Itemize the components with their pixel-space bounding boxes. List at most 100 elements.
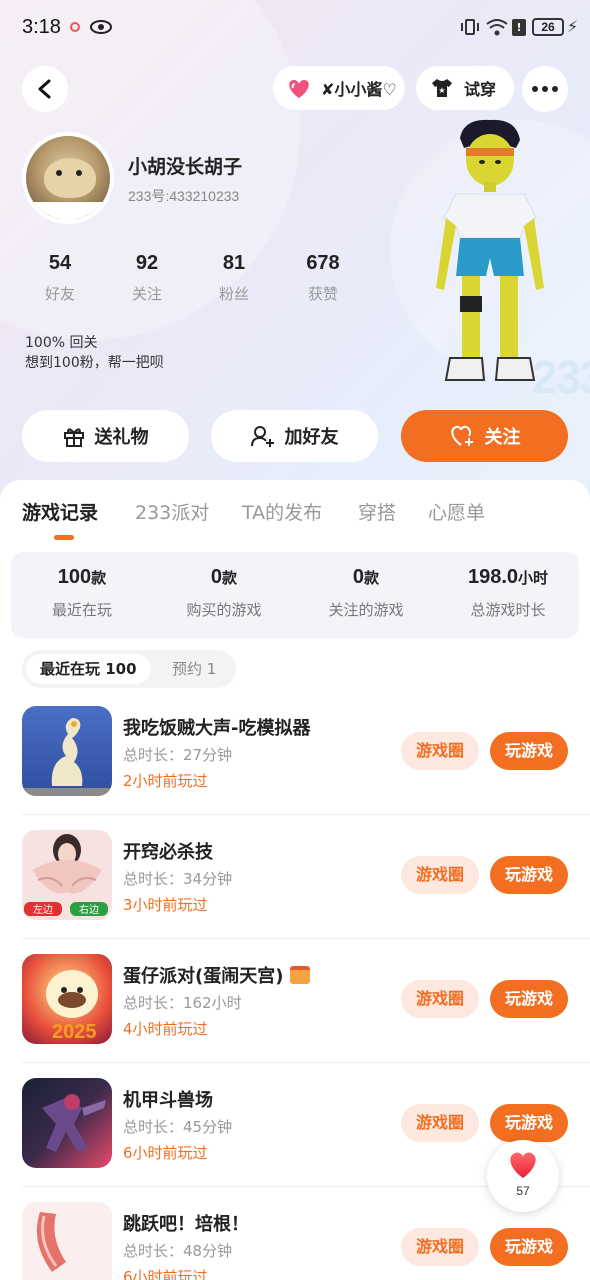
eye-icon — [90, 20, 112, 34]
charging-icon: ⚡ — [567, 17, 579, 36]
stat-value: 678 — [306, 252, 340, 274]
game-circle-button[interactable]: 游戏圈 — [401, 1104, 479, 1142]
stat-value: 54 — [48, 252, 72, 274]
summary-recent[interactable]: 100款 最近在玩 — [11, 566, 153, 620]
try-on-label: 试穿 — [464, 80, 497, 99]
stat-label: 好友 — [44, 285, 75, 303]
avatar[interactable] — [22, 132, 114, 224]
game-duration: 总时长：48分钟 — [123, 1242, 233, 1260]
vibrate-icon — [461, 19, 479, 35]
game-thumbnail[interactable] — [22, 706, 112, 796]
play-game-button[interactable]: 玩游戏 — [490, 980, 568, 1018]
chevron-left-icon — [38, 79, 51, 99]
heart-plus-icon — [450, 425, 473, 446]
game-last-played: 2小时前玩过 — [123, 772, 208, 790]
play-game-button[interactable]: 玩游戏 — [490, 1228, 568, 1266]
gift-box-icon — [289, 966, 310, 984]
game-thumbnail[interactable] — [22, 1202, 112, 1280]
stat-label: 粉丝 — [218, 285, 249, 303]
summary-label: 最近在玩 — [51, 601, 112, 619]
summary-unit: 小时 — [518, 570, 549, 587]
game-title: 蛋仔派对(蛋闹天宫) — [123, 962, 310, 988]
gift-icon — [63, 428, 84, 447]
back-button[interactable] — [22, 66, 68, 112]
subtab-recent[interactable]: 最近在玩 100 — [26, 654, 151, 684]
summary-label: 总游戏时长 — [470, 601, 546, 619]
stat-label: 获赞 — [307, 285, 338, 303]
bio-line: 100% 回关 — [25, 335, 98, 351]
game-thumbnail[interactable]: 2025 — [22, 954, 112, 1044]
game-duration: 总时长：34分钟 — [123, 870, 233, 888]
profile-tabs: 游戏记录 233派对 TA的发布 穿搭 心愿单 — [0, 498, 590, 538]
list-item[interactable]: 左边 右边 开窍必杀技 总时长：34分钟 3小时前玩过 游戏圈 玩游戏 — [0, 830, 590, 954]
couple-name: ✘小小酱♡ — [321, 80, 397, 99]
thumb-label-right: 右边 — [79, 903, 99, 916]
tab-indicator — [54, 535, 74, 540]
stat-fans[interactable]: 81 粉丝 — [194, 252, 274, 304]
profile-uid: 233号:433210233 — [128, 188, 240, 204]
avatar-3d-figure[interactable] — [420, 118, 560, 408]
summary-label: 购买的游戏 — [186, 601, 262, 619]
list-item[interactable]: 2025 蛋仔派对(蛋闹天宫) 总时长：162小时 4小时前玩过 游戏圈 玩游戏 — [0, 954, 590, 1078]
wifi-icon — [486, 19, 508, 36]
recent-subtabs: 最近在玩 100 预约 1 — [22, 650, 236, 688]
tab-wishlist[interactable]: 心愿单 — [428, 498, 485, 525]
stat-label: 关注 — [131, 285, 162, 303]
game-circle-button[interactable]: 游戏圈 — [401, 1228, 479, 1266]
thumb-year: 2025 — [52, 1021, 97, 1043]
sim-alert-icon: ! — [512, 19, 526, 36]
tab-233-party[interactable]: 233派对 — [135, 498, 209, 525]
add-user-icon — [250, 426, 274, 447]
game-title: 开窍必杀技 — [123, 842, 213, 863]
status-time: 3:18 — [22, 16, 61, 38]
battery-icon: 26 — [532, 18, 564, 36]
add-friend-button[interactable]: 加好友 — [211, 410, 378, 462]
game-circle-button[interactable]: 游戏圈 — [401, 732, 479, 770]
summary-playtime: 198.0小时 总游戏时长 — [437, 566, 579, 620]
summary-value: 198.0 — [467, 566, 519, 588]
summary-value: 100 — [57, 566, 92, 588]
subtab-reserve[interactable]: 预约 1 — [158, 654, 230, 684]
stat-value: 92 — [135, 252, 159, 274]
send-gift-label: 送礼物 — [94, 427, 149, 448]
tab-game-records[interactable]: 游戏记录 — [22, 498, 98, 525]
summary-label: 关注的游戏 — [328, 601, 404, 619]
list-item[interactable]: 我吃饭贼大声-吃模拟器 总时长：27分钟 2小时前玩过 游戏圈 玩游戏 — [0, 706, 590, 830]
play-game-button[interactable]: 玩游戏 — [490, 856, 568, 894]
thumb-label-left: 左边 — [33, 903, 53, 916]
tab-posts[interactable]: TA的发布 — [242, 498, 322, 525]
play-game-button[interactable]: 玩游戏 — [490, 732, 568, 770]
tab-outfits[interactable]: 穿搭 — [358, 498, 396, 525]
game-duration: 总时长：27分钟 — [123, 746, 233, 764]
heart-icon — [510, 1152, 536, 1178]
send-gift-button[interactable]: 送礼物 — [22, 410, 189, 462]
game-last-played: 6小时前玩过 — [123, 1144, 208, 1162]
game-thumbnail[interactable] — [22, 1078, 112, 1168]
summary-value: 0 — [352, 566, 365, 588]
game-last-played: 4小时前玩过 — [123, 1020, 208, 1038]
summary-unit: 款 — [222, 570, 238, 587]
game-summary: 100款 最近在玩 0款 购买的游戏 0款 关注的游戏 198.0小时 总游戏时… — [11, 552, 579, 638]
stat-friends[interactable]: 54 好友 — [20, 252, 100, 304]
game-title: 我吃饭贼大声-吃模拟器 — [123, 718, 311, 739]
list-item[interactable]: 跳跃吧！培根！ 总时长：48分钟 6小时前玩过 游戏圈 玩游戏 — [0, 1202, 590, 1280]
summary-followed[interactable]: 0款 关注的游戏 — [295, 566, 437, 620]
try-on-button[interactable]: ★ 试穿 — [416, 66, 514, 110]
hearts-icon — [289, 80, 309, 98]
game-title: 跳跃吧！培根！ — [123, 1214, 249, 1235]
summary-purchased[interactable]: 0款 购买的游戏 — [153, 566, 295, 620]
game-circle-button[interactable]: 游戏圈 — [401, 980, 479, 1018]
more-options-button[interactable] — [522, 66, 568, 112]
follow-button[interactable]: 关注 — [401, 410, 568, 462]
profile-name: 小胡没长胡子 — [128, 156, 243, 178]
stat-likes[interactable]: 678 获赞 — [283, 252, 363, 304]
couple-badge-button[interactable]: ✘小小酱♡ — [273, 66, 405, 110]
floating-like-button[interactable]: 57 — [487, 1140, 559, 1212]
summary-value: 0 — [210, 566, 223, 588]
game-duration: 总时长：162小时 — [123, 994, 242, 1012]
stat-following[interactable]: 92 关注 — [107, 252, 187, 304]
game-circle-button[interactable]: 游戏圈 — [401, 856, 479, 894]
game-thumbnail[interactable]: 左边 右边 — [22, 830, 112, 920]
game-title-text: 蛋仔派对(蛋闹天宫) — [123, 966, 284, 987]
play-game-button[interactable]: 玩游戏 — [490, 1104, 568, 1142]
